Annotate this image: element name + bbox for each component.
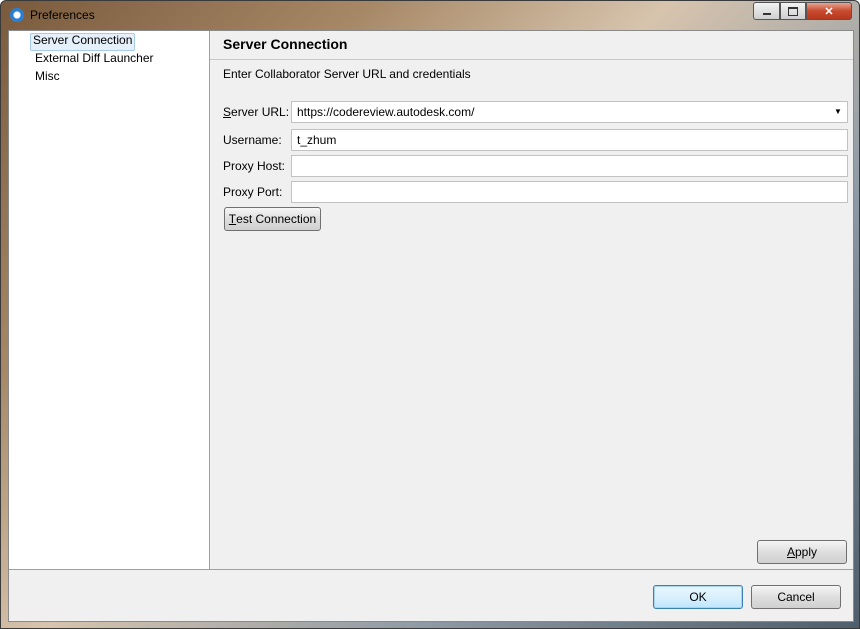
username-label: Username: (223, 133, 282, 147)
tree-item-external-diff-launcher[interactable]: External Diff Launcher (33, 51, 156, 67)
app-icon (10, 8, 24, 22)
close-button[interactable]: ✕ (806, 2, 852, 20)
title-bar[interactable]: Preferences ✕ (1, 1, 859, 29)
ok-button[interactable]: OK (653, 585, 743, 609)
proxy-port-label: Proxy Port: (223, 185, 283, 199)
dropdown-arrow-icon[interactable]: ▼ (831, 104, 845, 120)
tree-item-server-connection[interactable]: Server Connection (30, 33, 136, 51)
test-connection-button[interactable]: Test Connection (224, 207, 321, 231)
minimize-button[interactable] (753, 2, 780, 20)
minimize-icon (762, 13, 771, 15)
server-url-combo[interactable]: https://codereview.autodesk.com/ ▼ (291, 101, 848, 123)
preferences-tree: Server Connection External Diff Launcher… (9, 31, 210, 569)
server-url-label: Server URL: (223, 105, 290, 119)
server-url-value: https://codereview.autodesk.com/ (297, 105, 475, 119)
maximize-icon (788, 6, 798, 16)
proxy-host-field[interactable] (291, 155, 848, 177)
panel-description: Enter Collaborator Server URL and creden… (223, 67, 471, 81)
close-icon: ✕ (824, 5, 834, 18)
footer-divider (9, 569, 853, 570)
cancel-button[interactable]: Cancel (751, 585, 841, 609)
settings-panel: Server Connection Enter Collaborator Ser… (210, 31, 853, 569)
dialog-body: Server Connection External Diff Launcher… (8, 30, 854, 622)
maximize-button[interactable] (780, 2, 806, 20)
tree-item-misc[interactable]: Misc (33, 69, 62, 85)
panel-header: Server Connection (210, 31, 853, 60)
apply-button[interactable]: Apply (757, 540, 847, 564)
proxy-host-label: Proxy Host: (223, 159, 286, 173)
window-title: Preferences (30, 8, 95, 22)
proxy-port-field[interactable] (291, 181, 848, 203)
username-field[interactable]: t_zhum (291, 129, 848, 151)
preferences-window: Preferences ✕ Server Connection External… (0, 0, 860, 629)
panel-title: Server Connection (223, 36, 348, 52)
